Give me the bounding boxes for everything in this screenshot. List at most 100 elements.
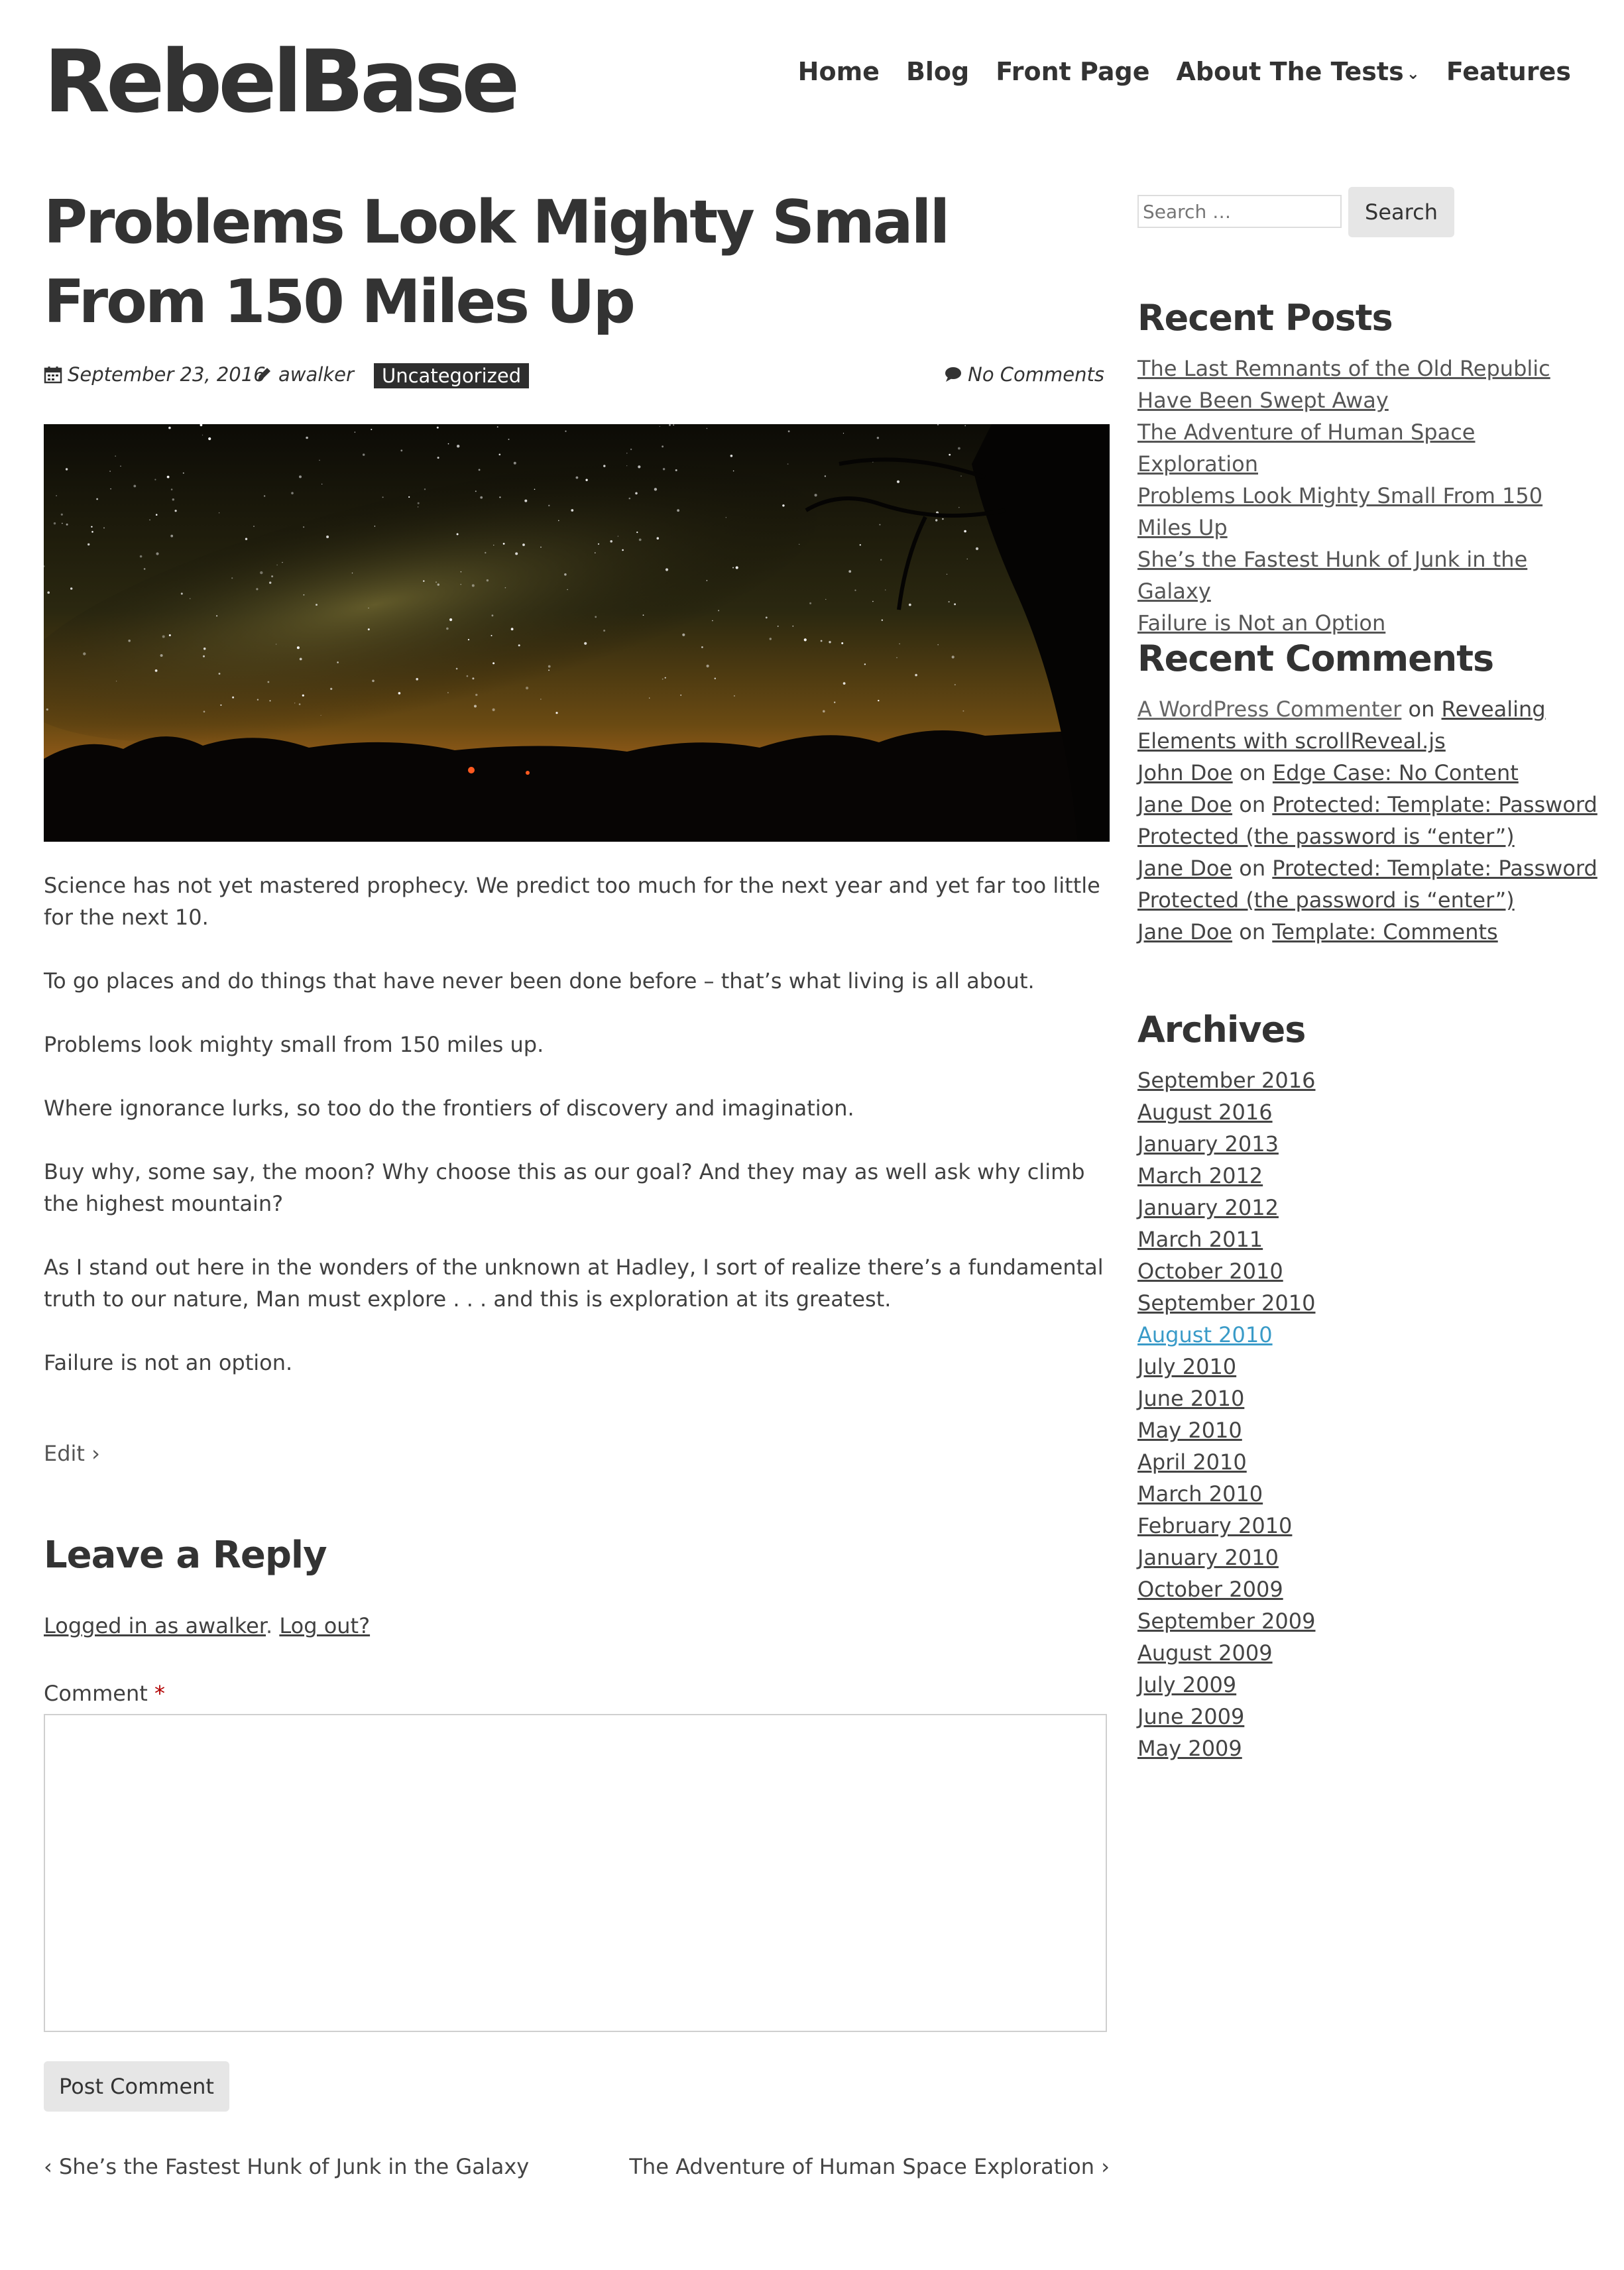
post-author: awalker [255,363,354,386]
nav-front-page[interactable]: Front Page [996,57,1149,86]
logged-in-link[interactable]: Logged in as awalker [44,1613,266,1638]
comment-author-link[interactable]: Jane Doe [1137,856,1232,881]
main-nav: Home Blog Front Page About The Tests ⌄ Fe… [798,57,1571,86]
list-item: Jane Doe on Template: Comments [1137,916,1601,948]
previous-post-link[interactable]: ‹ She’s the Fastest Hunk of Junk in the … [44,2154,529,2179]
post-comment-button[interactable]: Post Comment [44,2061,229,2112]
comment-author-link[interactable]: Jane Doe [1137,792,1232,817]
category-badge[interactable]: Uncategorized [374,363,530,388]
list-item: The Last Remnants of the Old Republic Ha… [1137,353,1601,416]
comment-author-link[interactable]: John Doe [1137,760,1233,785]
next-post-title: The Adventure of Human Space Exploration [629,2154,1095,2179]
paragraph: Buy why, some say, the moon? Why choose … [44,1159,1085,1216]
edit-label: Edit [44,1441,85,1466]
recent-post-link[interactable]: She’s the Fastest Hunk of Junk in the Ga… [1137,547,1527,604]
calendar-icon [44,367,62,384]
recent-comments-title: Recent Comments [1137,638,1494,679]
archive-link[interactable]: August 2016 [1137,1096,1601,1128]
list-item: Jane Doe on Protected: Template: Passwor… [1137,789,1601,852]
archive-link[interactable]: May 2009 [1137,1732,1601,1764]
pencil-icon [258,368,270,380]
archive-link[interactable]: October 2009 [1137,1573,1601,1605]
search-button[interactable]: Search [1348,187,1454,237]
on-text: on [1239,919,1266,944]
archive-link[interactable]: July 2010 [1137,1351,1601,1383]
nav-about-label: About The Tests [1176,57,1404,86]
comment-textarea[interactable] [44,1714,1107,2032]
list-item: Failure is Not an Option [1137,607,1601,639]
on-text: on [1239,856,1266,881]
chevron-right-icon: › [1101,2154,1110,2179]
comment-label-text: Comment [44,1681,148,1706]
recent-post-link[interactable]: Failure is Not an Option [1137,610,1385,636]
required-asterisk: * [154,1681,165,1706]
recent-post-link[interactable]: The Adventure of Human Space Exploration [1137,420,1475,477]
list-item: A WordPress Commenter on Revealing Eleme… [1137,693,1601,757]
logged-in-notice: Logged in as awalker. Log out? [44,1613,370,1638]
archive-link[interactable]: January 2013 [1137,1128,1601,1160]
post-author-name[interactable]: awalker [278,363,354,386]
post-title: Problems Look Mighty Small From 150 Mile… [44,188,950,337]
logout-link[interactable]: Log out? [279,1613,370,1638]
speech-bubble-icon [945,367,962,382]
post-date-text[interactable]: September 23, 2016 [68,363,266,386]
paragraph: To go places and do things that have nev… [44,968,1035,993]
archive-link[interactable]: January 2012 [1137,1192,1601,1223]
edit-link[interactable]: Edit › [44,1441,100,1466]
post-meta: September 23, 2016 awalker Uncategorized… [44,363,1104,392]
archive-link[interactable]: September 2016 [1137,1064,1601,1096]
search-input[interactable] [1137,195,1342,228]
list-item: She’s the Fastest Hunk of Junk in the Ga… [1137,543,1601,607]
archive-link[interactable]: March 2012 [1137,1160,1601,1192]
nav-blog[interactable]: Blog [906,57,969,86]
recent-posts-list: The Last Remnants of the Old Republic Ha… [1137,353,1601,639]
archive-link[interactable]: September 2010 [1137,1287,1601,1319]
comment-label: Comment * [44,1681,165,1706]
comment-author-link[interactable]: Jane Doe [1137,919,1232,944]
next-post-link[interactable]: The Adventure of Human Space Exploration… [629,2154,1110,2179]
archive-link[interactable]: June 2010 [1137,1383,1601,1414]
archive-link[interactable]: March 2010 [1137,1478,1601,1510]
reply-title: Leave a Reply [44,1534,327,1577]
archive-link[interactable]: January 2010 [1137,1542,1601,1573]
post-content: Science has not yet mastered prophecy. W… [44,870,1111,1410]
chevron-left-icon: ‹ [44,2154,52,2179]
recent-post-link[interactable]: Problems Look Mighty Small From 150 Mile… [1137,483,1542,540]
nav-about-the-tests[interactable]: About The Tests ⌄ [1177,57,1420,86]
post-date: September 23, 2016 [44,363,266,386]
logged-in-period: . [266,1613,273,1638]
archive-link[interactable]: March 2011 [1137,1223,1601,1255]
archive-link[interactable]: July 2009 [1137,1669,1601,1701]
paragraph: Problems look mighty small from 150 mile… [44,1032,544,1057]
archive-link[interactable]: February 2010 [1137,1510,1601,1542]
list-item: John Doe on Edge Case: No Content [1137,757,1601,789]
list-item: Problems Look Mighty Small From 150 Mile… [1137,480,1601,543]
recent-comments-list: A WordPress Commenter on Revealing Eleme… [1137,693,1601,948]
chevron-down-icon: ⌄ [1406,64,1420,83]
archive-link[interactable]: October 2010 [1137,1255,1601,1287]
on-text: on [1408,697,1435,722]
list-item: The Adventure of Human Space Exploration [1137,416,1601,480]
comment-post-link[interactable]: Template: Comments [1272,919,1497,944]
archive-link[interactable]: September 2009 [1137,1605,1601,1637]
on-text: on [1239,760,1266,785]
archive-link[interactable]: August 2009 [1137,1637,1601,1669]
archive-link[interactable]: May 2010 [1137,1414,1601,1446]
chevron-right-icon: › [91,1441,100,1466]
recent-post-link[interactable]: The Last Remnants of the Old Republic Ha… [1137,356,1550,413]
archive-link[interactable]: April 2010 [1137,1446,1601,1478]
site-title[interactable]: RebelBase [44,32,520,131]
nav-features[interactable]: Features [1446,57,1571,86]
comments-link[interactable]: No Comments [968,363,1104,386]
list-item: Jane Doe on Protected: Template: Passwor… [1137,852,1601,916]
comments-count: No Comments [944,363,1104,386]
comment-post-link[interactable]: Edge Case: No Content [1273,760,1519,785]
nav-home[interactable]: Home [798,57,880,86]
archive-link-hovered[interactable]: August 2010 [1137,1319,1601,1351]
previous-post-title: She’s the Fastest Hunk of Junk in the Ga… [58,2154,530,2179]
comment-author-link[interactable]: A WordPress Commenter [1137,697,1401,722]
paragraph: Failure is not an option. [44,1350,293,1375]
archive-link[interactable]: June 2009 [1137,1701,1601,1732]
recent-posts-title: Recent Posts [1137,297,1393,339]
archives-title: Archives [1137,1009,1306,1050]
